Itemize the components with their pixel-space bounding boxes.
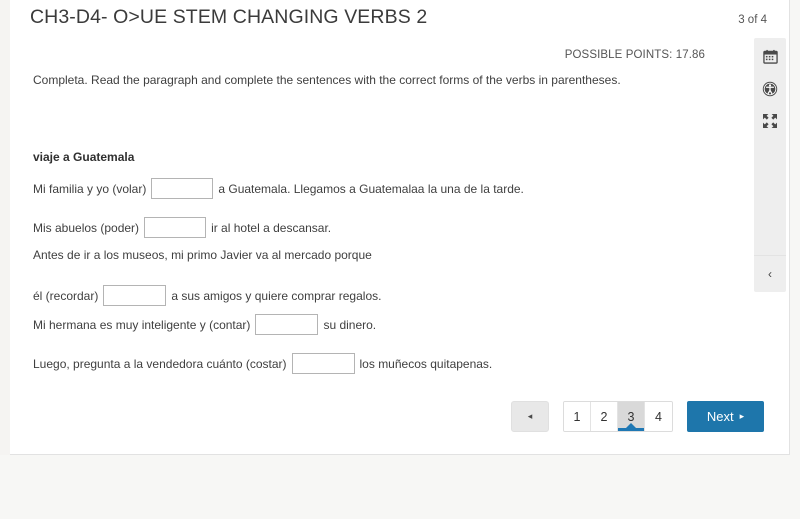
page-counter: 3 of 4 — [738, 14, 767, 26]
calendar-tool-button[interactable] — [754, 44, 786, 74]
question-prefix-text: Mi familia y yo (volar) — [33, 181, 147, 196]
left-gutter — [0, 0, 10, 455]
accessibility-tool-button[interactable] — [754, 76, 786, 106]
question-line: Antes de ir a los museos, mi primo Javie… — [33, 248, 372, 262]
question-line: él (recordar) a sus amigos y quiere comp… — [33, 285, 381, 306]
question-suffix-text: ir al hotel a descansar. — [211, 220, 332, 235]
question-line: Mi familia y yo (volar) a Guatemala. Lle… — [33, 178, 524, 199]
next-page-button[interactable]: Next ▸ — [687, 401, 764, 432]
fullscreen-icon — [762, 113, 778, 134]
question-prefix-text: él (recordar) — [33, 288, 99, 303]
page-title: CH3-D4- O>UE STEM CHANGING VERBS 2 — [30, 6, 428, 28]
page-number-group: 1 2 3 4 — [563, 401, 673, 432]
question-prefix-text: Mis abuelos (poder) — [33, 220, 140, 235]
triangle-right-icon: ▸ — [739, 411, 745, 421]
accessibility-icon — [762, 81, 778, 102]
question-prefix-text: Luego, pregunta a la vendedora cuánto (c… — [33, 356, 287, 371]
question-suffix-text: su dinero. — [323, 317, 377, 332]
answer-input-poder[interactable] — [144, 217, 207, 238]
question-line: Mi hermana es muy inteligente y (contar)… — [33, 314, 376, 335]
answer-input-volar[interactable] — [151, 178, 214, 199]
triangle-left-icon: ◂ — [527, 411, 533, 421]
previous-page-button[interactable]: ◂ — [511, 401, 549, 432]
page-button-4[interactable]: 4 — [645, 402, 672, 431]
assignment-card: CH3-D4- O>UE STEM CHANGING VERBS 2 3 of … — [10, 0, 790, 455]
page-button-3[interactable]: 3 — [618, 402, 645, 431]
page-button-2[interactable]: 2 — [591, 402, 618, 431]
question-suffix-text: a Guatemala. Llegamos a Guatemalaa la un… — [218, 181, 524, 196]
tool-panel: ‹ — [754, 38, 786, 292]
fullscreen-tool-button[interactable] — [754, 108, 786, 138]
question-line: Luego, pregunta a la vendedora cuánto (c… — [33, 353, 492, 374]
next-label: Next — [706, 409, 734, 424]
instructions-text: Completa. Read the paragraph and complet… — [33, 73, 621, 87]
question-suffix-text: a sus amigos y quiere comprar regalos. — [171, 288, 382, 303]
collapse-panel-button[interactable]: ‹ — [754, 255, 786, 292]
answer-input-costar[interactable] — [291, 353, 355, 374]
calendar-icon — [762, 49, 778, 69]
question-prefix-text: Antes de ir a los museos, mi primo Javie… — [33, 248, 372, 262]
possible-points-label: POSSIBLE POINTS: 17.86 — [564, 49, 705, 61]
question-prefix-text: Mi hermana es muy inteligente y (contar) — [33, 317, 251, 332]
chevron-left-icon: ‹ — [768, 267, 772, 281]
exercise-heading: viaje a Guatemala — [33, 150, 135, 164]
page-button-1[interactable]: 1 — [564, 402, 591, 431]
answer-input-contar[interactable] — [255, 314, 319, 335]
answer-input-recordar[interactable] — [103, 285, 167, 306]
question-suffix-text: los muñecos quitapenas. — [359, 356, 493, 371]
question-line: Mis abuelos (poder) ir al hotel a descan… — [33, 217, 331, 238]
pagination: ◂ 1 2 3 4 Next ▸ — [511, 401, 764, 432]
